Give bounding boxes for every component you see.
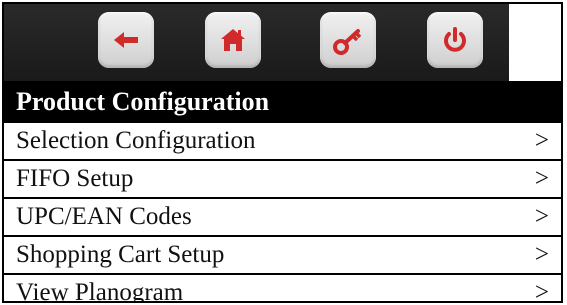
menu-item-shopping-cart-setup[interactable]: Shopping Cart Setup > — [4, 237, 561, 275]
menu-item-label: FIFO Setup — [16, 165, 134, 192]
back-arrow-icon — [114, 32, 138, 48]
home-button[interactable] — [205, 12, 261, 68]
toolbar — [4, 4, 509, 81]
power-button[interactable] — [427, 12, 483, 68]
chevron-right-icon: > — [534, 203, 549, 230]
screen-frame: Product Configuration Selection Configur… — [2, 2, 563, 303]
key-icon — [333, 29, 362, 55]
key-button[interactable] — [320, 12, 376, 68]
chevron-right-icon: > — [534, 165, 549, 192]
menu-item-view-planogram[interactable]: View Planogram > — [4, 275, 561, 303]
chevron-right-icon: > — [534, 127, 549, 154]
chevron-right-icon: > — [534, 241, 549, 268]
menu-item-label: Shopping Cart Setup — [16, 241, 225, 268]
menu-item-selection-configuration[interactable]: Selection Configuration > — [4, 123, 561, 161]
back-button[interactable] — [98, 12, 154, 68]
page-title: Product Configuration — [4, 81, 561, 123]
chevron-right-icon: > — [534, 279, 549, 303]
menu-item-label: UPC/EAN Codes — [16, 203, 192, 230]
menu-list: Selection Configuration > FIFO Setup > U… — [4, 123, 561, 303]
home-icon — [221, 29, 245, 51]
menu-item-upc-ean-codes[interactable]: UPC/EAN Codes > — [4, 199, 561, 237]
power-icon — [444, 27, 466, 52]
menu-item-label: Selection Configuration — [16, 127, 256, 154]
menu-item-fifo-setup[interactable]: FIFO Setup > — [4, 161, 561, 199]
menu-item-label: View Planogram — [16, 279, 184, 303]
